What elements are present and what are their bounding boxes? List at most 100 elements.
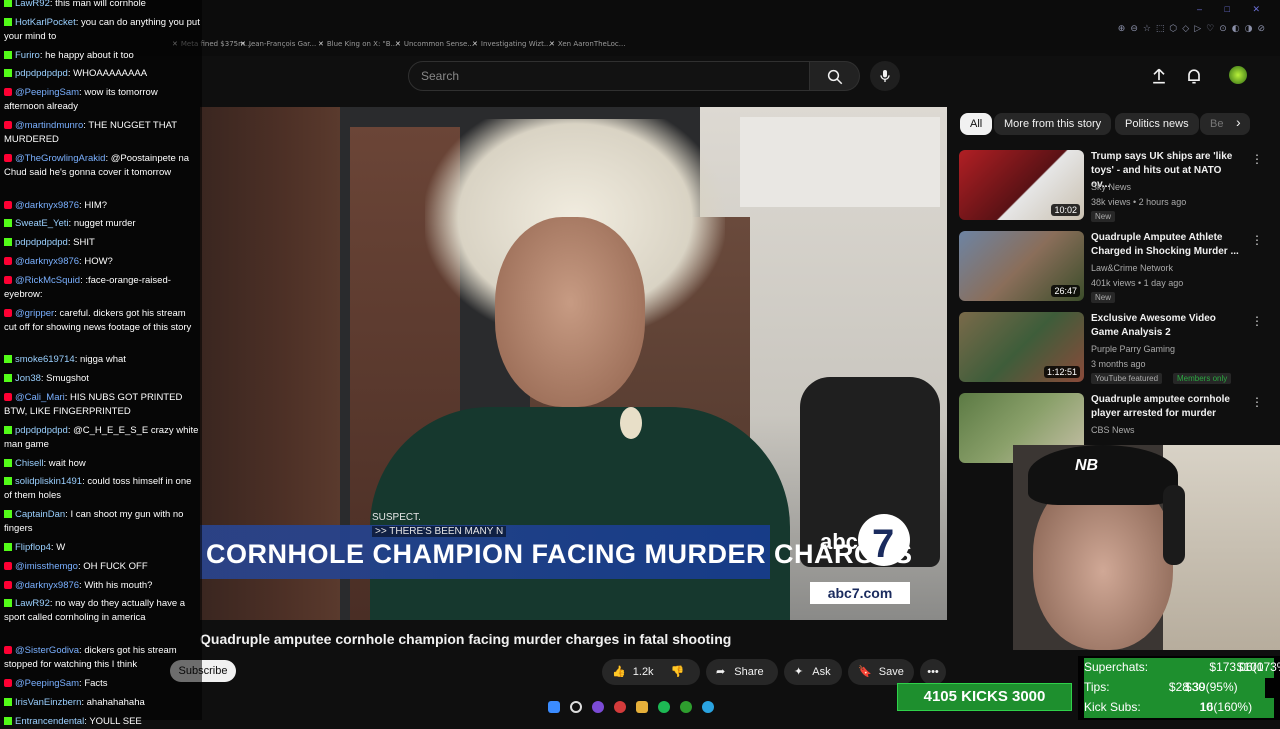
new-badge: New <box>1091 211 1116 222</box>
chat-username[interactable]: IrisVanEinzbern <box>15 697 81 708</box>
video-thumbnail[interactable]: 1:12:51 <box>959 312 1084 382</box>
duration-badge: 1:12:51 <box>1043 366 1080 378</box>
recommendation-item[interactable]: 10:02 Trump says UK ships are 'like toys… <box>959 150 1269 222</box>
kick-platform-icon <box>4 374 12 383</box>
chrome-icon[interactable] <box>614 701 626 713</box>
ask-button[interactable]: ✦ Ask <box>784 659 842 685</box>
channel-name[interactable]: Sky News <box>1091 182 1131 192</box>
chevron-right-icon[interactable]: › <box>1236 114 1241 130</box>
news-headline: CORNHOLE CHAMPION FACING MURDER CHARGES <box>206 539 913 569</box>
recommendation-item[interactable]: 1:12:51 Exclusive Awesome Video Game Ana… <box>959 312 1269 384</box>
close-icon[interactable]: ✕ <box>395 40 401 48</box>
youtube-platform-icon <box>4 257 12 265</box>
search-input[interactable]: Search <box>408 61 810 91</box>
chat-username[interactable]: @gripper <box>15 308 54 319</box>
recommendation-title[interactable]: Quadruple Amputee Athlete Charged in Sho… <box>1091 231 1241 259</box>
chat-username[interactable]: Entrancendental <box>15 716 84 727</box>
chat-username[interactable]: LawR92 <box>15 598 50 609</box>
chip-partial[interactable]: Be <box>1200 113 1250 135</box>
more-options-icon[interactable]: ⋮ <box>1251 395 1263 409</box>
chat-text: YOULL SEE <box>89 715 142 727</box>
avatar[interactable] <box>1229 66 1247 84</box>
dislike-icon[interactable]: 👎 <box>671 666 685 678</box>
closed-caption: SUSPECT. <box>372 512 421 523</box>
chat-username[interactable]: pdpdpdpdpd <box>15 68 68 79</box>
bell-icon[interactable] <box>1184 66 1204 86</box>
upload-icon[interactable] <box>1149 66 1169 86</box>
chat-username[interactable]: solidpliskin1491 <box>15 476 82 487</box>
recommendation-title[interactable]: Quadruple amputee cornhole player arrest… <box>1091 393 1241 421</box>
browser-icon[interactable] <box>592 701 604 713</box>
recommendation-item[interactable]: 26:47 Quadruple Amputee Athlete Charged … <box>959 231 1269 303</box>
search-icon[interactable] <box>570 701 582 713</box>
channel-name[interactable]: CBS News <box>1091 425 1135 435</box>
ask-label: Ask <box>812 666 831 678</box>
close-icon[interactable]: ✕ <box>549 40 555 48</box>
chat-username[interactable]: @darknyx9876 <box>15 200 79 211</box>
chat-username[interactable]: @Cali_Mari <box>15 392 65 403</box>
chat-username[interactable]: HotKarlPocket <box>15 17 76 28</box>
close-icon[interactable]: ✕ <box>318 40 324 48</box>
chat-message: SweatE_Yeti: nugget murder <box>4 217 200 231</box>
more-options-icon[interactable]: ⋮ <box>1251 152 1263 166</box>
chat-username[interactable]: @TheGrowlingArakid <box>15 153 105 164</box>
featured-badge: YouTube featured <box>1091 373 1163 384</box>
search-button[interactable] <box>810 61 860 91</box>
more-options-icon[interactable]: ⋮ <box>1251 233 1263 247</box>
chat-username[interactable]: @martindmunro <box>15 120 83 131</box>
video-thumbnail[interactable]: 10:02 <box>959 150 1084 220</box>
chat-username[interactable]: pdpdpdpdpd <box>15 425 68 436</box>
spotify-icon[interactable] <box>658 701 670 713</box>
chip-all[interactable]: All <box>960 113 993 135</box>
more-options-icon[interactable]: ⋮ <box>1251 314 1263 328</box>
chat-username[interactable]: @PeepingSam <box>15 87 79 98</box>
video-player[interactable]: SUSPECT. >> THERE'S BEEN MANY N CORNHOLE… <box>200 107 947 620</box>
channel-name[interactable]: Law&Crime Network <box>1091 263 1173 273</box>
window-controls[interactable]: – □ ✕ <box>1197 4 1270 15</box>
share-button[interactable]: ➦ Share <box>706 659 778 685</box>
chat-username[interactable]: LawR92 <box>15 0 50 9</box>
xbox-icon[interactable] <box>680 701 692 713</box>
save-button[interactable]: 🔖 Save <box>848 659 914 685</box>
telegram-icon[interactable] <box>702 701 714 713</box>
files-icon[interactable] <box>636 701 648 713</box>
chat-username[interactable]: Furiro <box>15 50 40 61</box>
chat-username[interactable]: Chisell <box>15 458 44 469</box>
chat-username[interactable]: Jon38 <box>15 373 41 384</box>
chat-username[interactable]: SweatE_Yeti <box>15 218 69 229</box>
browser-tab[interactable]: ✕ Blue King on X: "B... <box>318 40 397 48</box>
chat-username[interactable]: CaptainDan <box>15 509 65 520</box>
close-icon[interactable]: ✕ <box>240 40 246 48</box>
chat-username[interactable]: @darknyx9876 <box>15 256 79 267</box>
recommendation-title[interactable]: Exclusive Awesome Video Game Analysis 2 <box>1091 312 1241 340</box>
close-icon[interactable]: ✕ <box>472 40 478 48</box>
browser-tab[interactable]: ✕ Jean-François Gar... <box>240 40 316 48</box>
kick-platform-icon <box>4 477 12 486</box>
chip-politics-news[interactable]: Politics news <box>1115 113 1199 135</box>
like-dislike-group[interactable]: 👍 1.2k 👎 <box>602 659 700 685</box>
chat-username[interactable]: Flipflop4 <box>15 542 51 553</box>
chat-message: @PeepingSam: Facts <box>4 677 200 691</box>
like-icon[interactable]: 👍 <box>612 666 626 678</box>
chat-username[interactable]: @PeepingSam <box>15 678 79 689</box>
more-icon: ••• <box>927 666 939 678</box>
chat-text: SHIT <box>73 237 95 249</box>
kick-platform-icon <box>4 599 12 608</box>
chat-username[interactable]: @darknyx9876 <box>15 580 79 591</box>
windows-icon[interactable] <box>548 701 560 713</box>
browser-tab[interactable]: ✕ Xen AaronTheLoc... <box>549 40 625 48</box>
channel-name[interactable]: Purple Parry Gaming <box>1091 344 1175 354</box>
chat-username[interactable]: @RickMcSquid <box>15 275 80 286</box>
video-thumbnail[interactable]: 26:47 <box>959 231 1084 301</box>
chat-username[interactable]: @SisterGodiva <box>15 645 79 656</box>
browser-tab[interactable]: ✕ Uncommon Sense... <box>395 40 474 48</box>
voice-search-button[interactable] <box>870 61 900 91</box>
more-actions-button[interactable]: ••• <box>920 659 946 685</box>
chat-username[interactable]: smoke619714 <box>15 354 75 365</box>
chat-username[interactable]: @imissthemgo <box>15 561 78 572</box>
chip-more-from-story[interactable]: More from this story <box>994 113 1112 135</box>
chat-username[interactable]: pdpdpdpdpd <box>15 237 68 248</box>
extension-icons[interactable]: ⊕⊖☆⬚⬡◇▷♡⊙◐◑⊘ <box>1118 24 1270 34</box>
browser-tab[interactable]: ✕ Investigating Wizt... <box>472 40 551 48</box>
chat-text: With his mouth? <box>84 579 153 591</box>
